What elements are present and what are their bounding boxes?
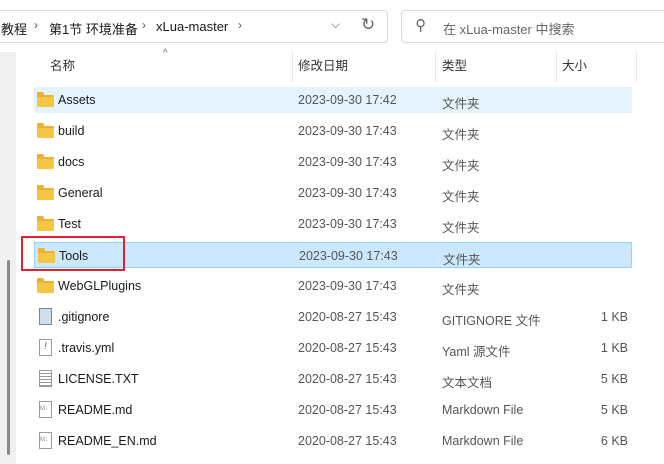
folder-icon: [37, 154, 54, 169]
chevron-right-icon[interactable]: ›: [142, 18, 146, 32]
file-name: README.md: [58, 403, 133, 417]
file-row[interactable]: General 2023-09-30 17:43 文件夹: [34, 180, 632, 206]
file-size: 5 KB: [600, 403, 628, 417]
file-name: LICENSE.TXT: [58, 372, 139, 386]
file-type: 文件夹: [442, 128, 480, 142]
file-size: 6 KB: [600, 434, 628, 448]
chevron-right-icon[interactable]: ›: [238, 18, 242, 32]
sort-ascending-icon: ^: [163, 48, 168, 59]
file-icon: [39, 308, 52, 325]
column-header-type[interactable]: 类型: [442, 55, 467, 74]
file-row[interactable]: README.md 2020-08-27 15:43 Markdown File 5 …: [34, 397, 632, 423]
chevron-down-icon[interactable]: ⌵: [331, 17, 340, 32]
file-date: 2023-09-30 17:43: [298, 124, 397, 138]
file-type: 文件夹: [442, 283, 480, 297]
column-header-size[interactable]: 大小: [562, 55, 587, 74]
file-name: General: [58, 186, 103, 200]
file-type: Yaml 源文件: [442, 345, 511, 359]
search-input[interactable]: ⚲ 在 xLua-master 中搜索: [401, 10, 664, 43]
file-name: .travis.yml: [58, 341, 115, 355]
search-icon: ⚲: [415, 17, 426, 34]
file-date: 2023-09-30 17:43: [298, 186, 397, 200]
file-date: 2023-09-30 17:43: [299, 249, 398, 263]
file-date: 2023-09-30 17:43: [298, 279, 397, 293]
column-divider[interactable]: [636, 52, 637, 82]
column-divider[interactable]: [292, 52, 293, 82]
file-row[interactable]: Assets 2023-09-30 17:42 文件夹: [34, 87, 632, 113]
folder-icon: [37, 92, 54, 107]
file-size: 1 KB: [600, 341, 628, 355]
file-date: 2020-08-27 15:43: [298, 341, 397, 355]
breadcrumb-item[interactable]: 教程: [1, 19, 27, 38]
column-divider[interactable]: [556, 52, 557, 82]
scrollbar[interactable]: [7, 260, 10, 455]
file-date: 2020-08-27 15:43: [298, 372, 397, 386]
file-row[interactable]: LICENSE.TXT 2020-08-27 15:43 文本文档 5 KB: [34, 366, 632, 392]
file-type: 文件夹: [442, 97, 480, 111]
file-name: build: [58, 124, 85, 138]
file-icon: [39, 401, 52, 418]
file-row[interactable]: Test 2023-09-30 17:43 文件夹: [34, 211, 632, 237]
file-type: 文件夹: [442, 190, 480, 204]
folder-icon: [37, 278, 54, 293]
file-type: 文件夹: [443, 253, 481, 267]
file-type: 文本文档: [442, 376, 493, 390]
breadcrumb-item[interactable]: xLua-master: [156, 19, 228, 34]
file-type: 文件夹: [442, 159, 480, 173]
file-type: Markdown File: [442, 403, 524, 417]
file-icon: [39, 339, 52, 356]
highlight-annotation: [21, 236, 125, 271]
folder-icon: [37, 216, 54, 231]
file-name: Test: [58, 217, 81, 231]
file-row[interactable]: .travis.yml 2020-08-27 15:43 Yaml 源文件 1 KB: [34, 335, 632, 361]
file-name: README_EN.md: [58, 434, 157, 448]
address-bar[interactable]: 教程 › 第1节 环境准备 › xLua-master › ⌵ ↻: [0, 10, 388, 43]
file-date: 2020-08-27 15:43: [298, 403, 397, 417]
file-icon: [39, 432, 52, 449]
file-size: 1 KB: [600, 310, 628, 324]
file-row[interactable]: docs 2023-09-30 17:43 文件夹: [34, 149, 632, 175]
file-row[interactable]: build 2023-09-30 17:43 文件夹: [34, 118, 632, 144]
file-date: 2023-09-30 17:43: [298, 217, 397, 231]
file-date: 2023-09-30 17:43: [298, 155, 397, 169]
column-divider[interactable]: [435, 52, 436, 82]
file-name: Assets: [58, 93, 96, 107]
file-type: GITIGNORE 文件: [442, 314, 541, 328]
folder-icon: [37, 123, 54, 138]
file-date: 2020-08-27 15:43: [298, 310, 397, 324]
file-name: WebGLPlugins: [58, 279, 142, 293]
column-header-name[interactable]: 名称: [50, 55, 75, 74]
file-icon: [39, 370, 52, 387]
file-row[interactable]: WebGLPlugins 2023-09-30 17:43 文件夹: [34, 273, 632, 299]
file-date: 2020-08-27 15:43: [298, 434, 397, 448]
refresh-icon[interactable]: ↻: [361, 15, 375, 35]
column-header-date[interactable]: 修改日期: [298, 55, 348, 74]
breadcrumb-item[interactable]: 第1节 环境准备: [49, 19, 138, 38]
file-name: docs: [58, 155, 85, 169]
file-row[interactable]: README_EN.md 2020-08-27 15:43 Markdown Fil…: [34, 428, 632, 454]
file-size: 5 KB: [600, 372, 628, 386]
file-date: 2023-09-30 17:42: [298, 93, 397, 107]
folder-icon: [37, 185, 54, 200]
chevron-right-icon[interactable]: ›: [34, 18, 38, 32]
file-type: Markdown File: [442, 434, 524, 448]
file-row[interactable]: .gitignore 2020-08-27 15:43 GITIGNORE 文件 1 …: [34, 304, 632, 330]
file-type: 文件夹: [442, 221, 480, 235]
file-name: .gitignore: [58, 310, 110, 324]
search-placeholder: 在 xLua-master 中搜索: [443, 22, 575, 37]
